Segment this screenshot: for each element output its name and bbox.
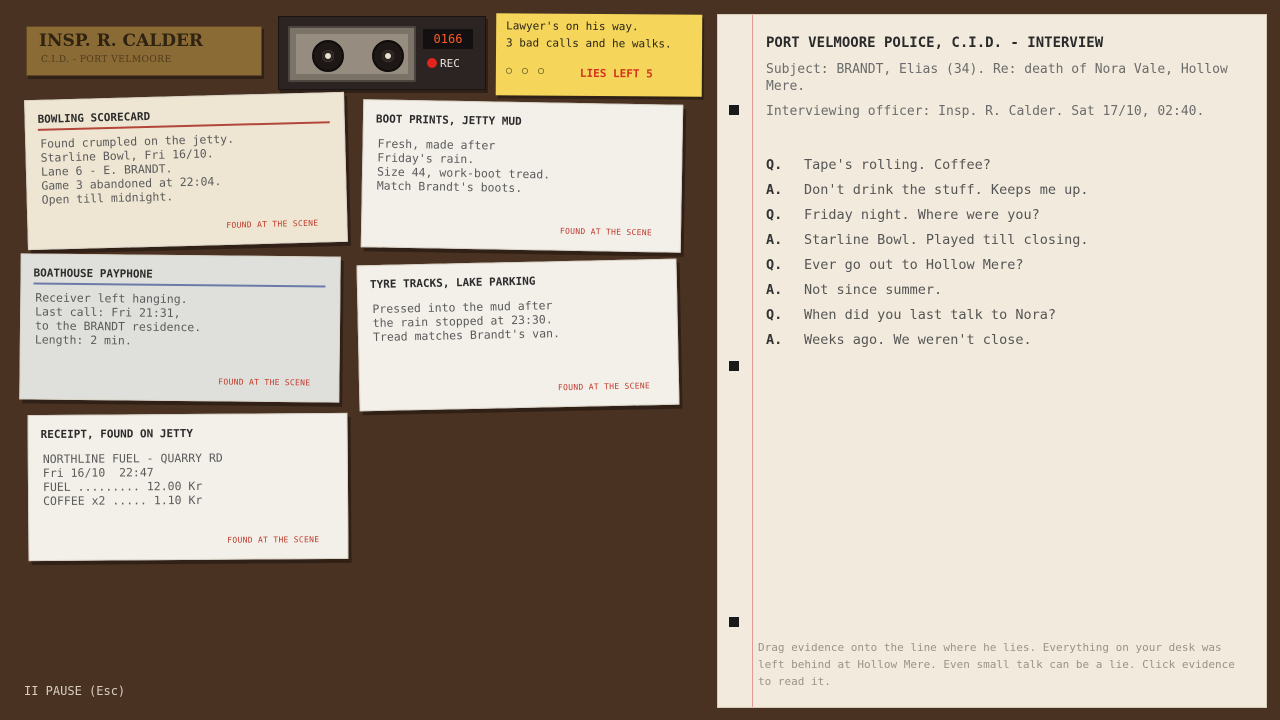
transcript-line[interactable]: Q. Ever go out to Hollow Mere?	[766, 257, 1023, 273]
instructions-hint: Drag evidence onto the line where he lie…	[758, 641, 1235, 688]
evidence-card-bowling-scorecard[interactable]: BOWLING SCORECARD Found crumpled on the …	[24, 91, 348, 251]
found-at-scene-label: FOUND AT THE SCENE	[559, 226, 653, 238]
line-tag: A.	[766, 332, 783, 348]
transcript-line[interactable]: Q. When did you last talk to Nora?	[766, 307, 1056, 323]
line-tag: Q.	[766, 307, 783, 323]
reel-icon	[372, 40, 404, 72]
inspector-name: INSP. R. CALDER	[39, 31, 204, 51]
line-text: Tape's rolling. Coffee?	[804, 157, 991, 173]
transcript-officer: Interviewing officer: Insp. R. Calder. S…	[766, 104, 1205, 119]
cassette	[288, 26, 416, 82]
card-body: Found crumpled on the jetty. Starline Bo…	[40, 131, 235, 207]
card-title: BOATHOUSE PAYPHONE	[33, 266, 153, 281]
tape-counter: 0166	[423, 29, 473, 49]
cassette-window	[296, 34, 408, 74]
line-text: Weeks ago. We weren't close.	[804, 332, 1032, 348]
line-text: Not since summer.	[804, 282, 943, 298]
rec-label: REC	[440, 57, 460, 70]
evidence-card-boot-prints[interactable]: BOOT PRINTS, JETTY MUD Fresh, made after…	[360, 99, 684, 253]
line-tag: Q.	[766, 157, 783, 173]
card-title: TYRE TRACKS, LAKE PARKING	[369, 274, 536, 292]
sticky-line-1: Lawyer's on his way.	[506, 19, 639, 34]
binder-hole	[729, 105, 739, 115]
line-text: Don't drink the stuff. Keeps me up.	[804, 182, 1089, 198]
line-tag: Q.	[766, 257, 783, 273]
card-divider	[33, 282, 326, 288]
transcript-line[interactable]: Q. Tape's rolling. Coffee?	[766, 157, 991, 173]
evidence-card-tyre-tracks[interactable]: TYRE TRACKS, LAKE PARKING Pressed into t…	[356, 258, 680, 412]
inspector-department: C.I.D. - PORT VELMOORE	[41, 55, 172, 65]
strike-indicators: ○ ○ ○	[505, 65, 547, 77]
reel-icon	[312, 40, 344, 72]
line-text: Ever go out to Hollow Mere?	[804, 257, 1024, 273]
found-at-scene-label: FOUND AT THE SCENE	[227, 535, 320, 545]
lies-left-counter: LIES LEFT 5	[579, 66, 653, 81]
found-at-scene-label: FOUND AT THE SCENE	[226, 218, 319, 230]
found-at-scene-label: FOUND AT THE SCENE	[218, 377, 311, 388]
sticky-note: Lawyer's on his way. 3 bad calls and he …	[495, 13, 703, 97]
sticky-message: Lawyer's on his way. 3 bad calls and he …	[506, 17, 672, 52]
transcript-subject: Subject: BRANDT, Elias (34). Re: death o…	[766, 62, 1228, 94]
record-dot-icon	[427, 58, 437, 68]
card-body: Receiver left hanging. Last call: Fri 21…	[34, 290, 202, 348]
rec-indicator: REC	[427, 57, 460, 71]
card-body: Fresh, made after Friday's rain. Size 44…	[376, 136, 551, 196]
margin-line	[752, 15, 753, 707]
transcript-line[interactable]: A. Starline Bowl. Played till closing.	[766, 232, 1088, 248]
interview-transcript: PORT VELMOORE POLICE, C.I.D. - INTERVIEW…	[717, 14, 1267, 708]
transcript-heading: PORT VELMOORE POLICE, C.I.D. - INTERVIEW	[766, 35, 1104, 51]
card-body: Pressed into the mud after the rain stop…	[372, 298, 561, 345]
binder-hole	[729, 361, 739, 371]
transcript-line[interactable]: A. Don't drink the stuff. Keeps me up.	[766, 182, 1088, 198]
evidence-card-boathouse-payphone[interactable]: BOATHOUSE PAYPHONE Receiver left hanging…	[19, 253, 341, 403]
line-tag: A.	[766, 282, 783, 298]
line-text: Starline Bowl. Played till closing.	[804, 232, 1089, 248]
card-title: BOOT PRINTS, JETTY MUD	[375, 112, 522, 128]
sticky-line-2: 3 bad calls and he walks.	[506, 36, 672, 51]
line-tag: A.	[766, 182, 783, 198]
line-tag: A.	[766, 232, 783, 248]
transcript-line[interactable]: A. Not since summer.	[766, 282, 942, 298]
transcript-line[interactable]: A. Weeks ago. We weren't close.	[766, 332, 1032, 348]
line-tag: Q.	[766, 207, 783, 223]
line-text: Friday night. Where were you?	[804, 207, 1040, 223]
transcript-line[interactable]: Q. Friday night. Where were you?	[766, 207, 1040, 223]
nameplate: INSP. R. CALDER C.I.D. - PORT VELMOORE	[26, 26, 262, 76]
pause-button[interactable]: II PAUSE (Esc)	[24, 684, 125, 698]
evidence-card-receipt[interactable]: RECEIPT, FOUND ON JETTY NORTHLINE FUEL -…	[27, 412, 349, 562]
tape-recorder: 0166 REC	[278, 16, 486, 90]
found-at-scene-label: FOUND AT THE SCENE	[557, 381, 651, 393]
card-title: BOWLING SCORECARD	[37, 109, 151, 126]
card-title: RECEIPT, FOUND ON JETTY	[40, 426, 193, 442]
line-text: When did you last talk to Nora?	[804, 307, 1056, 323]
binder-hole	[729, 617, 739, 627]
card-body: NORTHLINE FUEL - QUARRY RD Fri 16/10 22:…	[42, 450, 223, 509]
